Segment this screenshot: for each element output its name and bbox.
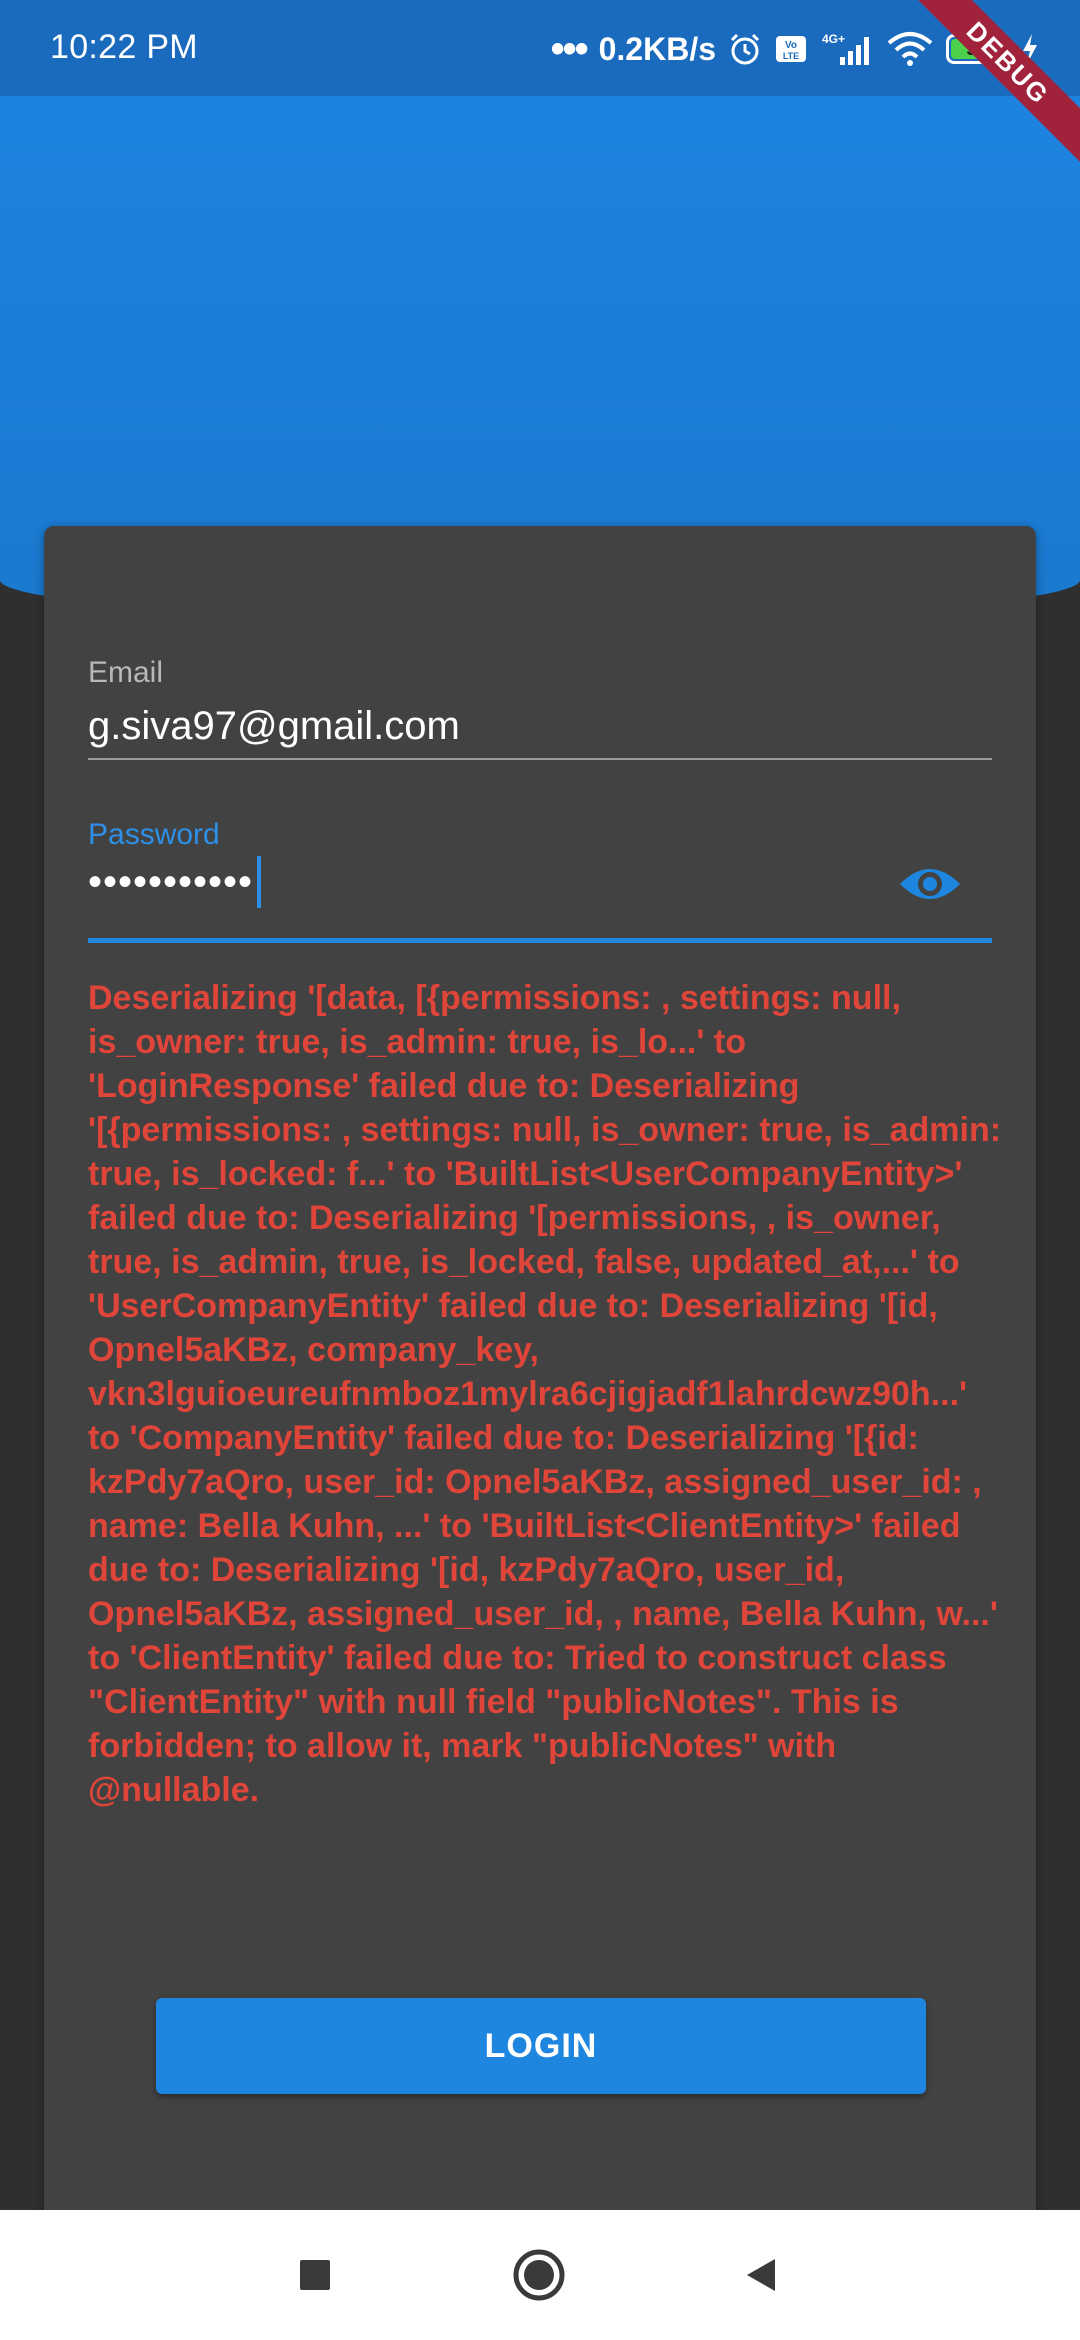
status-bar: 10:22 PM ••• 0.2KB/s Vo LTE 4G+ [0, 0, 1080, 96]
network-speed: 0.2KB/s [598, 30, 716, 67]
status-time: 10:22 PM [50, 28, 198, 66]
triangle-back-icon[interactable] [726, 2240, 796, 2310]
cellular-signal-icon: 4G+ [820, 31, 874, 67]
password-underline [88, 938, 992, 943]
svg-text:4G+: 4G+ [822, 32, 845, 46]
volte-icon: Vo LTE [774, 32, 808, 66]
text-cursor [257, 856, 262, 908]
email-field[interactable]: Email g.siva97@gmail.com [88, 626, 992, 786]
password-masked-text: ••••••••••• [88, 859, 254, 904]
password-label: Password [88, 818, 220, 851]
wifi-icon [886, 31, 934, 67]
password-field[interactable]: Password ••••••••••• [88, 788, 992, 958]
navigation-bar [0, 2210, 1080, 2340]
svg-text:LTE: LTE [783, 51, 799, 61]
login-card: Email g.siva97@gmail.com Password ••••••… [44, 526, 1036, 2226]
svg-text:Vo: Vo [785, 40, 797, 51]
square-icon[interactable] [280, 2240, 350, 2310]
eye-icon[interactable] [898, 862, 962, 906]
email-underline [88, 758, 992, 760]
alarm-icon [728, 32, 762, 66]
email-label: Email [88, 656, 164, 689]
login-button[interactable]: LOGIN [156, 1998, 926, 2094]
more-dots-icon: ••• [550, 27, 589, 71]
password-input[interactable]: ••••••••••• [88, 856, 262, 908]
error-message: Deserializing '[data, [{permissions: , s… [88, 979, 1002, 1809]
circle-icon[interactable] [504, 2240, 574, 2310]
email-input[interactable]: g.siva97@gmail.com [88, 704, 460, 749]
